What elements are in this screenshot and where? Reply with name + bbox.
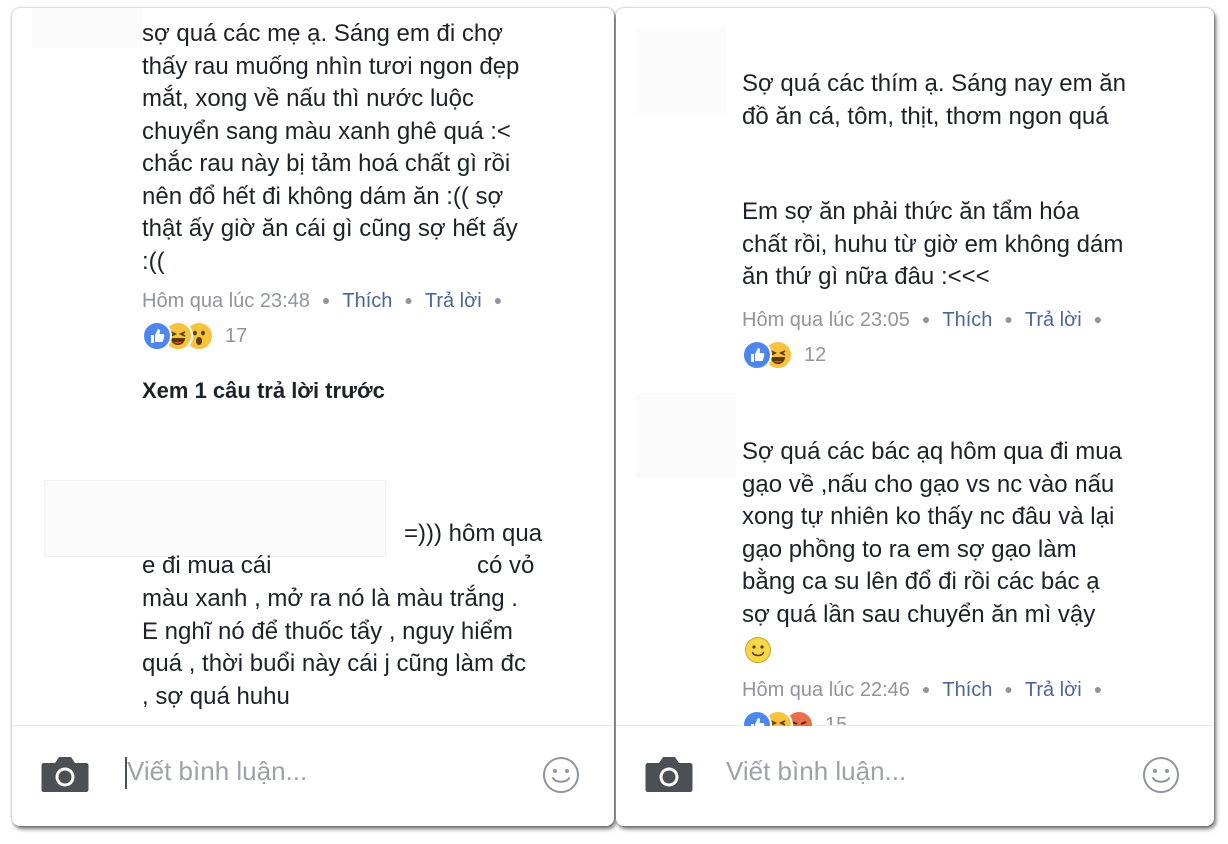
redacted-avatar bbox=[32, 8, 142, 48]
separator-dot: ● bbox=[404, 292, 413, 308]
camera-icon[interactable] bbox=[644, 754, 694, 794]
redacted-avatar bbox=[636, 28, 726, 113]
separator-dot: ● bbox=[1093, 681, 1103, 697]
redacted-avatar bbox=[636, 393, 736, 478]
separator-dot: ● bbox=[493, 292, 503, 308]
like-link[interactable]: Thích bbox=[342, 290, 392, 312]
comment-meta: Hôm qua lúc 22:46 ● Thích ● Trả lời ● bbox=[742, 679, 1114, 702]
right-comment-panel: Sợ quá các thím ạ. Sáng nay em ăn đồ ăn … bbox=[616, 8, 1214, 826]
separator-dot: ● bbox=[1004, 311, 1013, 327]
comment-timestamp: Hôm qua lúc 23:05 bbox=[742, 309, 910, 331]
comment-timestamp: Hôm qua lúc 22:46 bbox=[742, 679, 910, 701]
like-reaction-icon bbox=[142, 321, 172, 351]
reply-text-line: e đi mua cái bbox=[142, 552, 272, 579]
smile-emoji-icon bbox=[744, 636, 772, 664]
redacted-reply-avatar bbox=[44, 480, 386, 557]
reply-link[interactable]: Trả lời bbox=[1025, 679, 1082, 701]
comment-input[interactable]: Viết bình luận... bbox=[127, 756, 307, 787]
see-previous-replies-link[interactable]: Xem 1 câu trả lời trước bbox=[142, 378, 385, 404]
reply-text-line: có vỏ bbox=[477, 552, 535, 579]
comment-meta: Hôm qua lúc 23:48 ● Thích ● Trả lời ● bbox=[142, 290, 514, 313]
smiley-icon[interactable] bbox=[1142, 756, 1180, 794]
reply-text-line: =))) hôm qua bbox=[404, 520, 543, 547]
comment-text: Sợ quá các thím ạ. Sáng nay em ăn đồ ăn … bbox=[742, 70, 1126, 130]
reaction-count: 12 bbox=[804, 343, 827, 366]
reactions-summary[interactable]: 17 bbox=[142, 321, 247, 351]
comment-timestamp: Hôm qua lúc 23:48 bbox=[142, 290, 310, 312]
separator-dot: ● bbox=[921, 681, 931, 697]
reaction-count: 17 bbox=[225, 324, 248, 347]
like-reaction-icon bbox=[742, 340, 772, 370]
like-link[interactable]: Thích bbox=[942, 309, 992, 331]
camera-icon[interactable] bbox=[40, 754, 90, 794]
separator-dot: ● bbox=[321, 292, 331, 308]
comment-text: sợ quá các mẹ ạ. Sáng em đi chợ thấy rau… bbox=[142, 20, 520, 275]
reply-link[interactable]: Trả lời bbox=[1025, 309, 1082, 331]
reactions-summary[interactable]: 12 bbox=[742, 340, 826, 370]
like-link[interactable]: Thích bbox=[942, 679, 992, 701]
separator-dot: ● bbox=[1004, 681, 1013, 697]
separator-dot: ● bbox=[1093, 311, 1103, 327]
reply-text: màu xanh , mở ra nó là màu trắng . E ngh… bbox=[142, 585, 526, 710]
comment-input[interactable]: Viết bình luận... bbox=[726, 756, 906, 787]
comment-meta: Hôm qua lúc 23:05 ● Thích ● Trả lời ● bbox=[742, 309, 1114, 332]
left-comment-list: sợ quá các mẹ ạ. Sáng em đi chợ thấy rau… bbox=[12, 8, 614, 726]
comment-composer: Viết bình luận... bbox=[12, 725, 614, 826]
comment-composer: Viết bình luận... bbox=[616, 725, 1214, 826]
separator-dot: ● bbox=[921, 311, 931, 327]
comment-text: Em sợ ăn phải thức ăn tẩm hóa chất rồi, … bbox=[742, 198, 1124, 290]
left-comment-panel: sợ quá các mẹ ạ. Sáng em đi chợ thấy rau… bbox=[12, 8, 614, 826]
reply-link[interactable]: Trả lời bbox=[425, 290, 482, 312]
smiley-icon[interactable] bbox=[542, 756, 580, 794]
comment-text: Sợ quá các bác ạq hôm qua đi mua gạo về … bbox=[742, 438, 1122, 628]
reactions-summary[interactable]: 15 bbox=[742, 710, 847, 726]
right-comment-list: Sợ quá các thím ạ. Sáng nay em ăn đồ ăn … bbox=[616, 8, 1214, 726]
